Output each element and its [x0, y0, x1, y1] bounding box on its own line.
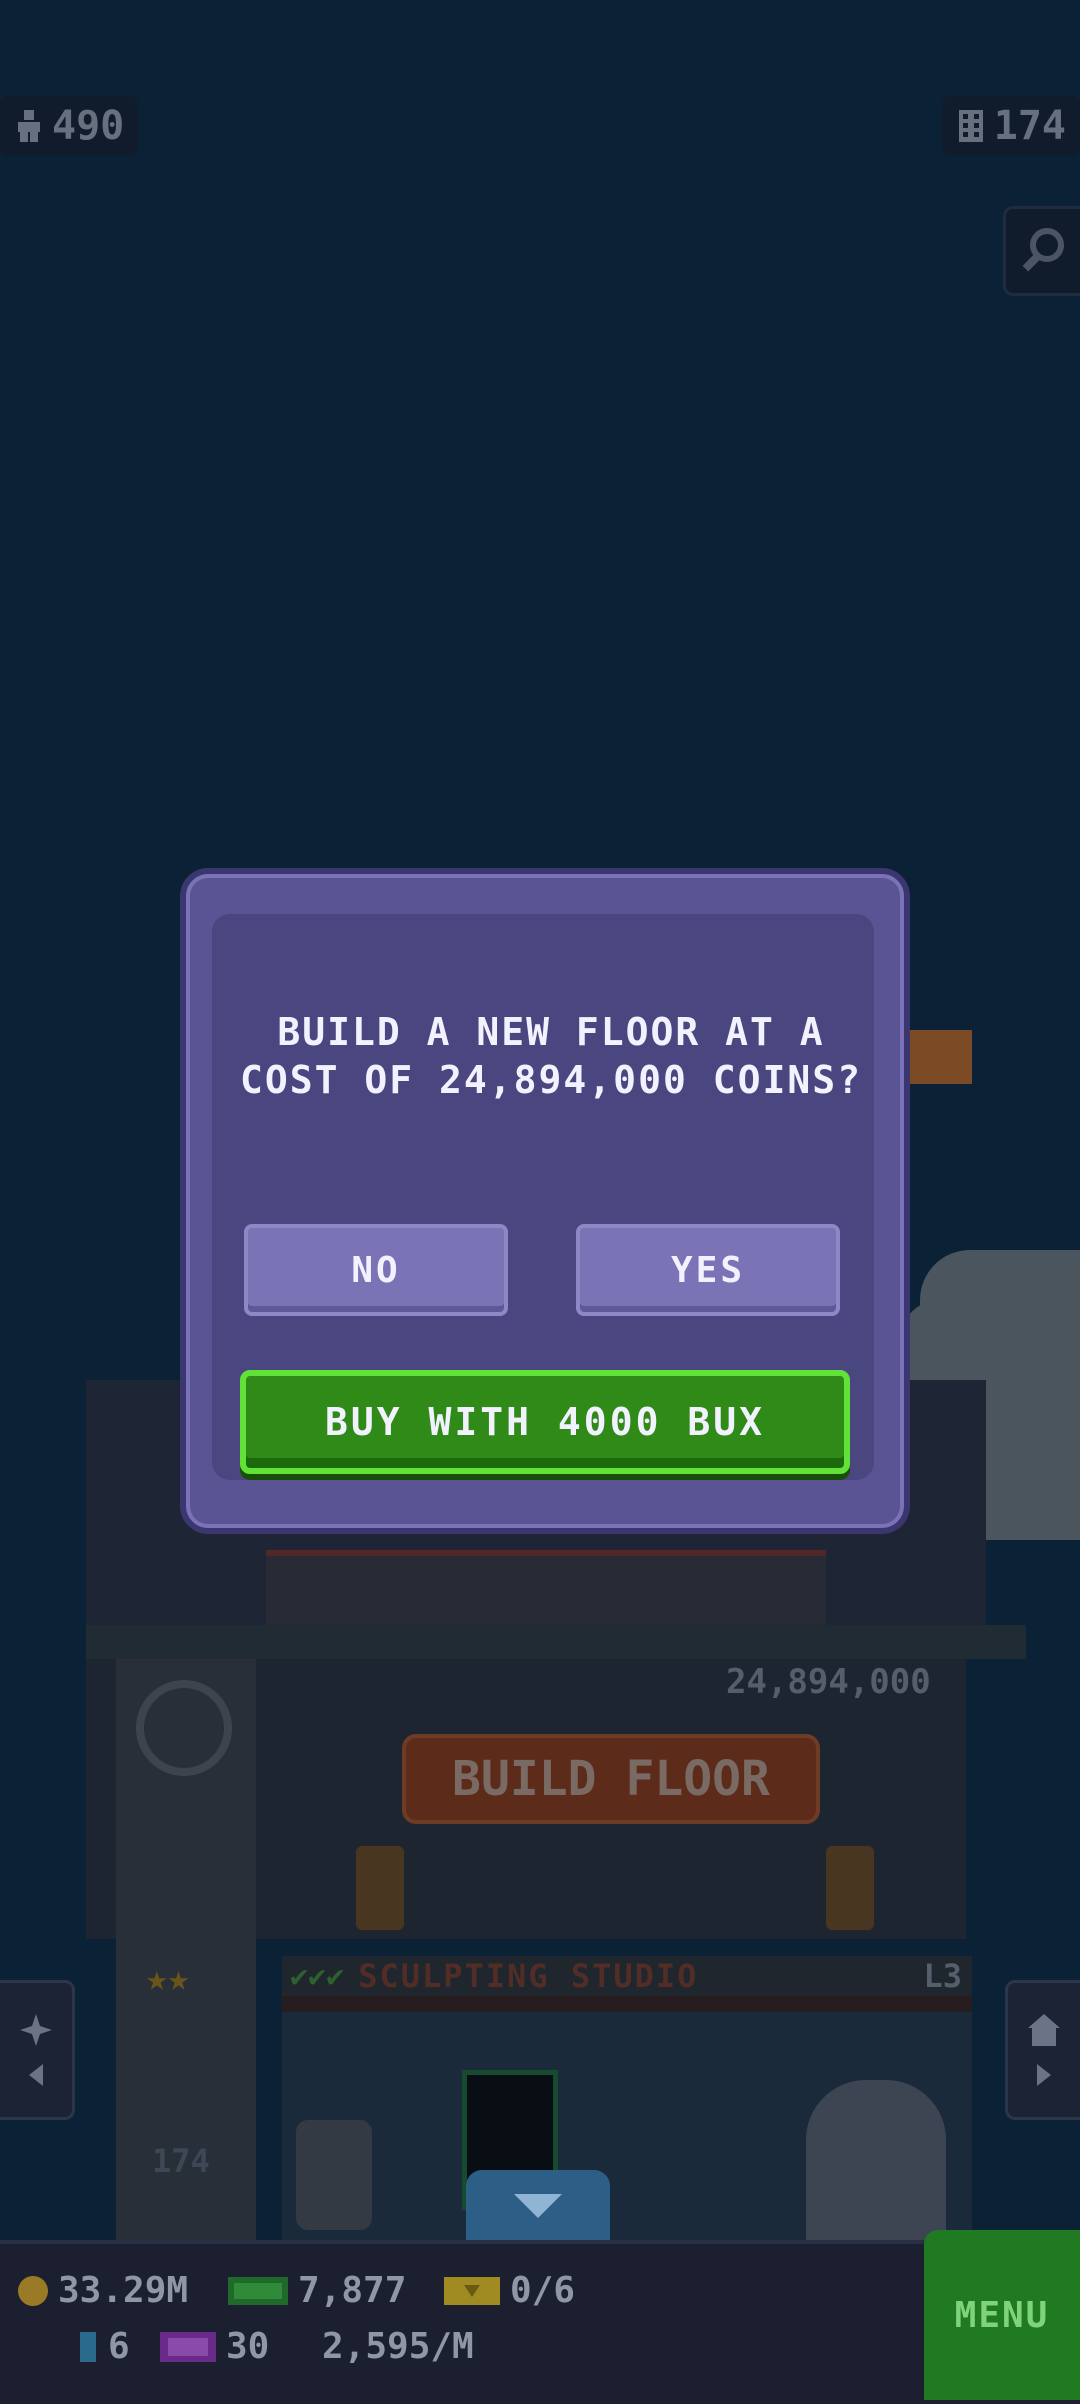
- gems-value: 6: [108, 2326, 130, 2367]
- yes-button[interactable]: YES: [576, 1224, 840, 1316]
- population-count: 490: [52, 103, 125, 149]
- scaffold-net: [266, 1550, 826, 1636]
- worker: [356, 1846, 404, 1930]
- income-rate: 2,595/M: [322, 2326, 474, 2367]
- scroll-down-button[interactable]: [466, 2170, 610, 2240]
- build-floor-dialog: BUILD A NEW FLOOR AT A COST OF 24,894,00…: [186, 874, 904, 1528]
- floor-header[interactable]: ✔✔✔ SCULPTING STUDIO L3: [282, 1956, 972, 1996]
- vip-stat[interactable]: 30: [158, 2326, 269, 2367]
- tickets-value: 0/6: [510, 2270, 576, 2311]
- coin-icon: [18, 2275, 48, 2306]
- sculpture: [806, 2080, 946, 2250]
- bux-icon: [228, 2276, 288, 2305]
- no-button[interactable]: NO: [244, 1224, 508, 1316]
- chevron-down-icon: [514, 2194, 562, 2218]
- checkmark-icon: ✔✔✔: [290, 1958, 345, 1994]
- right-nav-button[interactable]: [1005, 1980, 1080, 2120]
- bux-value: 7,877: [298, 2270, 407, 2311]
- coins-stat[interactable]: 33.29M: [16, 2270, 188, 2311]
- magnifier-icon: [1022, 228, 1064, 272]
- worker: [826, 1846, 874, 1930]
- home-icon: [1028, 2014, 1060, 2046]
- gem-icon: [80, 2331, 96, 2362]
- buy-with-bux-button[interactable]: BUY WITH 4000 BUX: [240, 1370, 850, 1474]
- tickets-stat[interactable]: 0/6: [442, 2270, 575, 2311]
- ticket-icon: [444, 2276, 500, 2305]
- population-badge[interactable]: 490: [0, 96, 139, 156]
- gems-stat[interactable]: 6: [76, 2326, 130, 2367]
- menu-button[interactable]: MENU: [924, 2230, 1080, 2400]
- build-cost: 24,894,000: [726, 1662, 931, 1702]
- left-nav-button[interactable]: [0, 1980, 75, 2120]
- floor-level: L3: [923, 1957, 962, 1995]
- elevator-wheel: [136, 1680, 232, 1776]
- roof-slab: [86, 1625, 1026, 1659]
- bottom-status-bar: [0, 2240, 1080, 2404]
- chevron-left-icon: [29, 2064, 43, 2086]
- zoom-button[interactable]: [1003, 206, 1080, 296]
- crane-arm: [896, 1030, 972, 1084]
- income-rate-value: 2,595/M: [322, 2326, 474, 2367]
- elevator-floor-number: 174: [152, 2142, 210, 2180]
- airplane-icon: [20, 2014, 52, 2046]
- floors-count: 174: [993, 103, 1066, 149]
- star-rating: ★★: [146, 1958, 190, 1999]
- floor-name: SCULPTING STUDIO: [358, 1957, 699, 1995]
- person-icon: [18, 110, 40, 142]
- coins-value: 33.29M: [58, 2270, 189, 2311]
- vip-value: 30: [226, 2326, 270, 2367]
- dialog-message: BUILD A NEW FLOOR AT A COST OF 24,894,00…: [240, 1010, 862, 1102]
- vip-ticket-icon: [160, 2331, 216, 2362]
- build-floor-sign-label: BUILD FLOOR: [452, 1751, 770, 1807]
- build-floor-sign[interactable]: BUILD FLOOR: [402, 1734, 820, 1824]
- chevron-right-icon: [1037, 2064, 1051, 2086]
- sculpture: [296, 2120, 372, 2230]
- floors-badge[interactable]: 174: [941, 96, 1080, 156]
- bux-stat[interactable]: 7,877: [226, 2270, 406, 2311]
- building-icon: [958, 110, 983, 142]
